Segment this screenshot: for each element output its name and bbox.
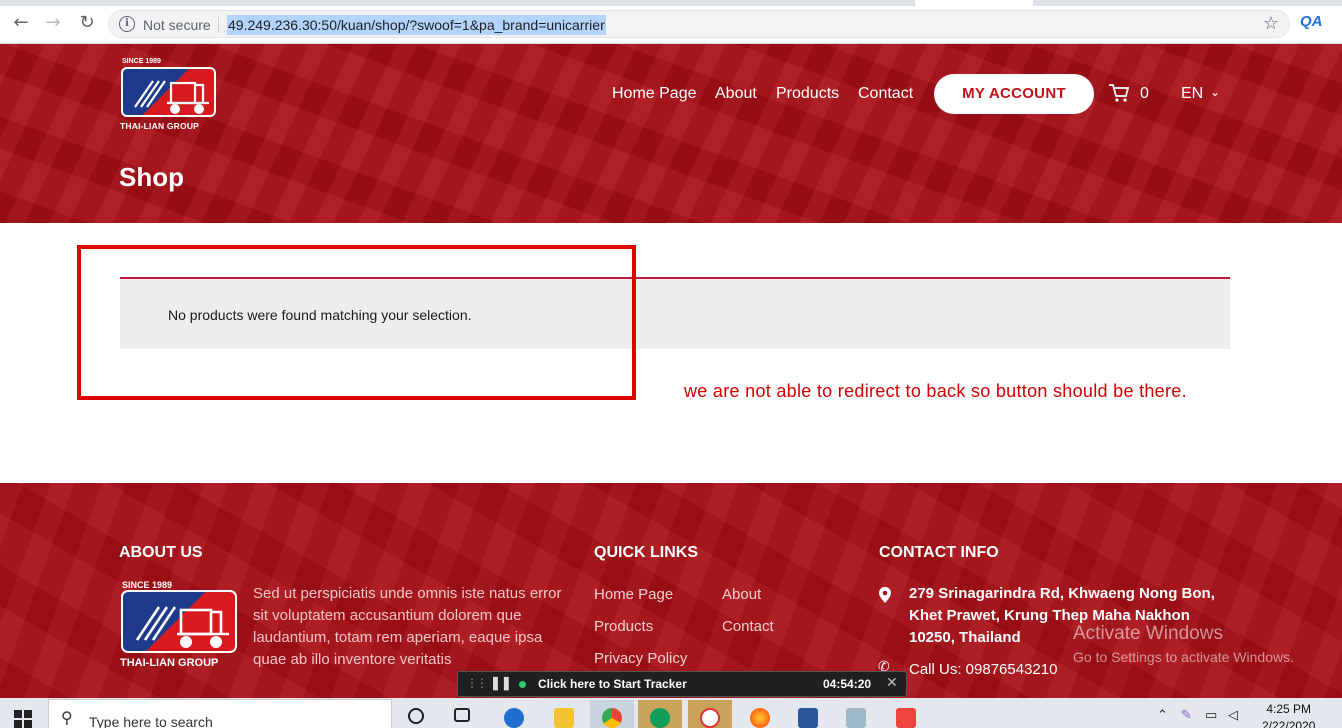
footer-link-about[interactable]: About [722, 586, 761, 603]
footer-link-privacy-policy[interactable]: Privacy Policy [594, 650, 687, 667]
notes-app-icon[interactable] [834, 700, 878, 728]
site-logo[interactable]: SINCE 1989 THAI-LIAN GROUP [120, 58, 218, 134]
footer-logo[interactable]: SINCE 1989 THAI-LIAN GROUP [120, 580, 238, 672]
my-account-button[interactable]: MY ACCOUNT [934, 74, 1094, 114]
language-selector[interactable]: EN [1181, 85, 1203, 103]
tracker-bar[interactable]: ⋮⋮ ❚❚ Click here to Start Tracker 04:54:… [457, 671, 907, 697]
contact-heading: CONTACT INFO [879, 544, 999, 561]
chevron-down-icon[interactable]: ⌄ [1210, 85, 1220, 99]
start-tracker-label[interactable]: Click here to Start Tracker [538, 677, 687, 691]
drag-handle-icon[interactable]: ⋮⋮ [466, 676, 488, 690]
bookmark-star-icon[interactable]: ☆ [1263, 13, 1279, 34]
url-text[interactable]: 49.249.236.30:50/kuan/shop/?swoof=1&pa_b… [227, 15, 606, 35]
address-bar[interactable]: i Not secure 49.249.236.30:50/kuan/shop/… [108, 10, 1290, 38]
edge-icon[interactable] [492, 700, 536, 728]
task-view-icon[interactable] [440, 700, 484, 728]
pen-icon[interactable]: ✎ [1181, 708, 1192, 723]
quick-links-heading: QUICK LINKS [594, 544, 698, 561]
nav-home-page[interactable]: Home Page [612, 85, 697, 103]
about-heading: ABOUT US [119, 544, 203, 561]
tracker-app-icon[interactable] [688, 700, 732, 728]
footer-link-contact[interactable]: Contact [722, 618, 774, 635]
taskbar-search-input[interactable]: ⚲ Type here to search [48, 699, 392, 728]
logo-since: SINCE 1989 [122, 58, 161, 65]
logo-name: THAI-LIAN GROUP [120, 121, 200, 131]
windows-start-icon[interactable] [14, 710, 32, 728]
location-pin-icon [878, 587, 892, 603]
cortana-icon[interactable] [394, 700, 438, 728]
search-icon: ⚲ [61, 708, 73, 727]
forklift-logo-icon [121, 590, 237, 653]
security-label[interactable]: Not secure [143, 17, 211, 33]
page-title: Shop [119, 162, 184, 192]
word-icon[interactable] [786, 700, 830, 728]
cart-count[interactable]: 0 [1140, 85, 1149, 103]
nav-products[interactable]: Products [776, 85, 839, 103]
tracker-time: 04:54:20 [823, 677, 872, 691]
activate-windows-subtitle: Go to Settings to activate Windows. [1073, 649, 1294, 665]
clock-time: 4:25 PM [1266, 702, 1312, 716]
network-icon[interactable]: ▭ [1205, 708, 1217, 723]
browser-toolbar: ← → ↻ i Not secure 49.249.236.30:50/kuan… [0, 0, 1342, 44]
footer-link-products[interactable]: Products [594, 618, 653, 635]
footer-link-home-page[interactable]: Home Page [594, 586, 673, 603]
cart-icon[interactable] [1108, 82, 1130, 104]
forward-arrow-icon[interactable]: → [42, 12, 64, 34]
tab-strip [0, 0, 1342, 6]
contact-phone[interactable]: Call Us: 09876543210 [909, 661, 1057, 678]
hangouts-icon[interactable] [638, 700, 682, 728]
chevron-up-icon[interactable]: ⌃ [1157, 708, 1168, 723]
anydesk-icon[interactable] [884, 700, 928, 728]
footer-logo-name: THAI-LIAN GROUP [120, 657, 219, 669]
system-clock[interactable]: 4:25 PM 2/22/2020 [1262, 702, 1315, 728]
active-tab[interactable] [915, 0, 1033, 6]
status-dot [519, 681, 526, 688]
footer-logo-since: SINCE 1989 [122, 580, 173, 590]
reload-icon[interactable]: ↻ [76, 12, 98, 34]
highlight-box [77, 245, 636, 400]
site-header: SINCE 1989 THAI-LIAN GROUP Home Page Abo… [0, 44, 1342, 223]
screen: ← → ↻ i Not secure 49.249.236.30:50/kuan… [0, 0, 1342, 728]
site-footer: ABOUT US SINCE 1989 THAI-LIAN GROUP Sed … [0, 483, 1342, 698]
pause-icon[interactable]: ❚❚ [490, 675, 512, 691]
nav-contact[interactable]: Contact [858, 85, 913, 103]
annotation-text: we are not able to redirect to back so b… [684, 381, 1187, 401]
divider [218, 17, 219, 33]
about-text: Sed ut perspiciatis unde omnis iste natu… [253, 585, 562, 668]
close-icon[interactable]: ✕ [886, 675, 898, 691]
forklift-logo-icon [121, 67, 216, 117]
qa-extension-icon[interactable]: QA [1300, 13, 1323, 30]
windows-taskbar: ⚲ Type here to search ⌃ ✎ ▭ ◁ 4:25 PM 2/… [0, 698, 1342, 728]
firefox-icon[interactable] [738, 700, 782, 728]
info-icon[interactable]: i [119, 16, 135, 32]
back-arrow-icon[interactable]: ← [10, 12, 32, 34]
activate-windows-title: Activate Windows [1073, 623, 1223, 644]
chrome-icon[interactable] [590, 700, 634, 728]
file-explorer-icon[interactable] [542, 700, 586, 728]
nav-about[interactable]: About [715, 85, 757, 103]
volume-icon[interactable]: ◁ [1228, 708, 1238, 723]
search-placeholder: Type here to search [89, 714, 213, 728]
clock-date: 2/22/2020 [1262, 719, 1316, 728]
